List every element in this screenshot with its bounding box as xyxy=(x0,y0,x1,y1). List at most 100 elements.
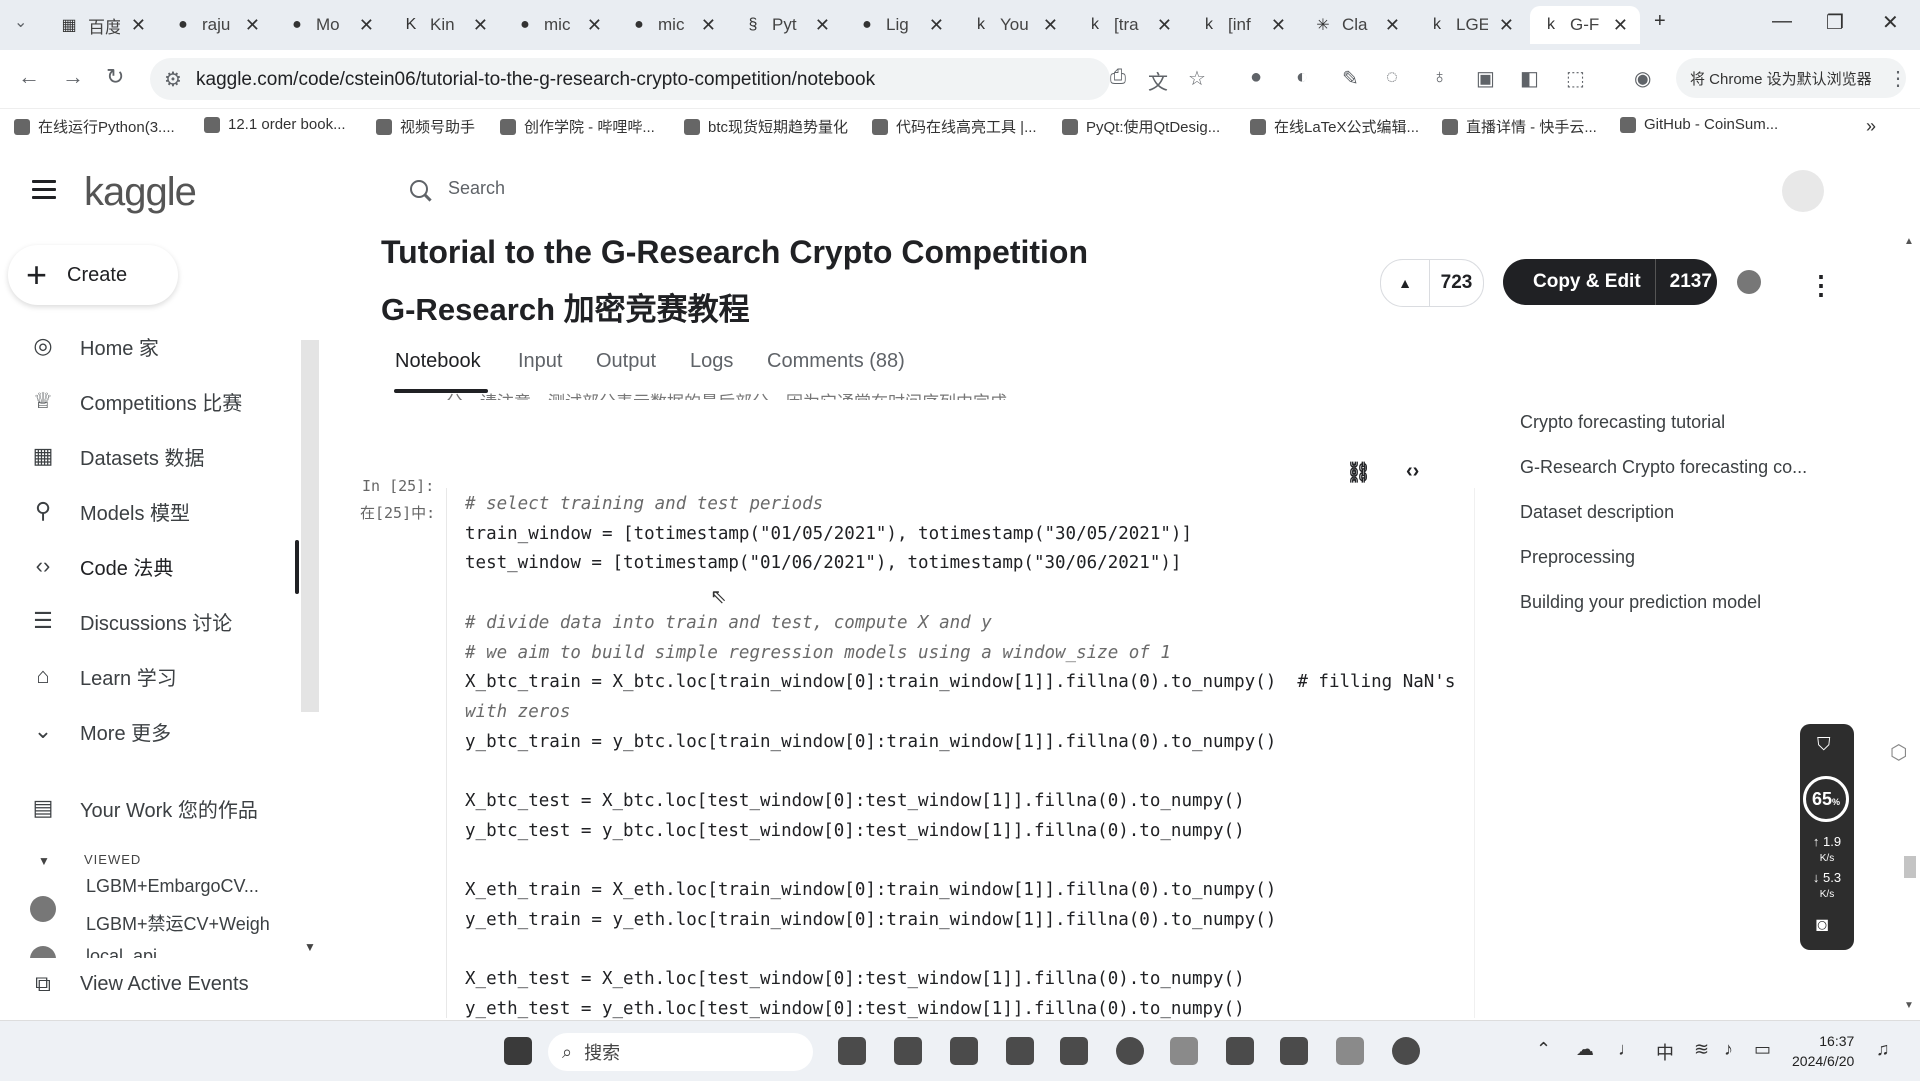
kaggle-logo[interactable]: kaggle xyxy=(84,170,197,215)
extension-icon[interactable]: ▣ xyxy=(1476,66,1495,91)
back-button[interactable]: ← xyxy=(18,64,40,90)
code-line[interactable]: X_eth_train = X_eth.loc[train_window[0]:… xyxy=(465,880,1276,900)
chat-extension-icon[interactable]: ◌ xyxy=(1386,66,1398,89)
close-tab-icon[interactable]: ✕ xyxy=(359,15,374,36)
sidebar-item-view-active-events[interactable]: ⧉ View Active Events xyxy=(30,964,248,1004)
close-window-button[interactable]: ✕ xyxy=(1882,10,1899,35)
toc-item[interactable]: Preprocessing xyxy=(1520,547,1635,568)
user-avatar[interactable] xyxy=(1782,170,1824,212)
reload-button[interactable]: ↻ xyxy=(106,64,124,90)
photos-icon[interactable] xyxy=(1006,1037,1034,1065)
bookmark-item[interactable]: 12.1 order book... xyxy=(204,116,346,133)
chrome-icon[interactable] xyxy=(1116,1037,1144,1065)
sidebar-item-your-work[interactable]: ▤ Your Work 您的作品 xyxy=(30,788,258,828)
close-tab-icon[interactable]: ✕ xyxy=(1385,15,1400,36)
maximize-button[interactable]: ❐ xyxy=(1826,10,1844,35)
collapse-caret-icon[interactable]: ▼ xyxy=(38,854,50,868)
pen-extension-icon[interactable]: ✎ xyxy=(1342,66,1359,91)
sidebar-item-discussions[interactable]: ☰ Discussions 讨论 xyxy=(30,601,232,641)
site-info-icon[interactable]: ⚙ xyxy=(164,67,182,92)
sidebar-item-models[interactable]: ⚲ Models 模型 xyxy=(30,491,190,531)
bookmark-item[interactable]: 在线运行Python(3.... xyxy=(14,116,175,137)
toc-item[interactable]: G-Research Crypto forecasting co... xyxy=(1520,457,1807,478)
tab-notebook[interactable]: Notebook xyxy=(395,350,481,373)
system-clock[interactable]: 16:37 2024/6/20 xyxy=(1792,1031,1854,1071)
bookmark-star-icon[interactable]: ☆ xyxy=(1188,66,1206,91)
code-line[interactable]: y_eth_test = y_eth.loc[test_window[0]:te… xyxy=(465,999,1245,1019)
minimize-button[interactable]: — xyxy=(1772,10,1792,33)
install-app-icon[interactable]: ⎙ xyxy=(1110,66,1126,89)
toc-item[interactable]: Dataset description xyxy=(1520,502,1674,523)
extension-icon[interactable]: ● xyxy=(1250,66,1262,89)
start-menu-icon[interactable] xyxy=(504,1037,532,1065)
browser-tab[interactable]: k [inf ✕ xyxy=(1188,6,1298,44)
link-icon[interactable]: ⛓ xyxy=(1346,460,1371,485)
camera-icon[interactable]: ◙ xyxy=(1816,914,1828,937)
code-line[interactable]: X_eth_test = X_eth.loc[test_window[0]:te… xyxy=(465,969,1245,989)
address-bar[interactable]: ⚙ kaggle.com/code/cstein06/tutorial-to-t… xyxy=(150,58,1110,100)
close-tab-icon[interactable]: ✕ xyxy=(473,15,488,36)
extension-icon[interactable]: ◧ xyxy=(1520,66,1539,91)
toc-item[interactable]: Crypto forecasting tutorial xyxy=(1520,412,1725,433)
tab-search-icon[interactable]: ⌄ xyxy=(14,12,27,32)
code-line[interactable]: y_btc_train = y_btc.loc[train_window[0]:… xyxy=(465,732,1276,752)
app-icon[interactable] xyxy=(1060,1037,1088,1065)
close-tab-icon[interactable]: ✕ xyxy=(245,15,260,36)
bookmark-item[interactable]: 创作学院 - 哔哩哔... xyxy=(500,116,655,137)
set-default-browser-button[interactable]: 将 Chrome 设为默认浏览器 xyxy=(1676,58,1906,98)
bookmark-item[interactable]: PyQt:使用QtDesig... xyxy=(1062,116,1220,137)
sidebar-item-datasets[interactable]: ▦ Datasets 数据 xyxy=(30,436,205,476)
scroll-up-arrow-icon[interactable]: ▲ xyxy=(1904,236,1914,247)
code-line[interactable]: train_window = [totimestamp("01/05/2021"… xyxy=(465,524,1192,544)
chrome-menu-icon[interactable]: ⋮ xyxy=(1888,66,1908,91)
browser-tab[interactable]: ● mic ✕ xyxy=(618,6,728,44)
browser-tab[interactable]: k You ✕ xyxy=(960,6,1070,44)
browser-tab[interactable]: K Kin ✕ xyxy=(390,6,500,44)
terminal-icon[interactable] xyxy=(1226,1037,1254,1065)
close-tab-icon[interactable]: ✕ xyxy=(815,15,830,36)
close-tab-icon[interactable]: ✕ xyxy=(1499,15,1514,36)
browser-tab[interactable]: ● mic ✕ xyxy=(504,6,614,44)
code-line[interactable]: test_window = [totimestamp("01/06/2021")… xyxy=(465,553,1181,573)
scrollbar-thumb[interactable] xyxy=(1904,856,1916,878)
code-line[interactable]: # we aim to build simple regression mode… xyxy=(465,643,1171,663)
page-scrollbar[interactable]: ▲ ▼ xyxy=(1902,236,1916,1016)
bookmark-item[interactable]: 视频号助手 xyxy=(376,116,475,137)
new-tab-button[interactable]: + xyxy=(1654,10,1666,33)
viewed-item[interactable]: LGBM+EmbargoCV... xyxy=(86,876,259,897)
code-line[interactable]: # divide data into train and test, compu… xyxy=(465,613,992,633)
puzzle-extensions-icon[interactable]: ⬚ xyxy=(1566,66,1585,91)
search-bar[interactable]: Search xyxy=(410,178,505,199)
browser-tab[interactable]: ▦ 百度 ✕ xyxy=(48,6,158,44)
ime-indicator[interactable]: 中 xyxy=(1656,1039,1674,1065)
more-options-icon[interactable]: ⋮ xyxy=(1808,270,1834,301)
battery-icon[interactable]: ▭ xyxy=(1754,1039,1771,1060)
profile-icon[interactable]: ◉ xyxy=(1634,66,1651,91)
close-tab-icon[interactable]: ✕ xyxy=(1043,15,1058,36)
app-icon[interactable] xyxy=(1392,1037,1420,1065)
bookmark-item[interactable]: 直播详情 - 快手云... xyxy=(1442,116,1597,137)
browser-tab[interactable]: k G-F ✕ xyxy=(1530,6,1640,44)
code-line[interactable]: y_eth_train = y_eth.loc[train_window[0]:… xyxy=(465,910,1276,930)
tab-logs[interactable]: Logs xyxy=(690,350,733,373)
extension-icon[interactable]: ♁ xyxy=(1432,66,1447,89)
browser-tab[interactable]: ● Mo ✕ xyxy=(276,6,386,44)
browser-tab[interactable]: k LGE ✕ xyxy=(1416,6,1526,44)
taskbar-search[interactable]: ⌕ 搜索 xyxy=(548,1033,813,1071)
edge-icon[interactable] xyxy=(894,1037,922,1065)
code-line[interactable]: y_btc_test = y_btc.loc[test_window[0]:te… xyxy=(465,821,1245,841)
close-tab-icon[interactable]: ✕ xyxy=(1613,15,1628,36)
browser-tab[interactable]: ● raju ✕ xyxy=(162,6,272,44)
close-tab-icon[interactable]: ✕ xyxy=(1157,15,1172,36)
close-tab-icon[interactable]: ✕ xyxy=(131,15,146,36)
code-line[interactable]: X_btc_train = X_btc.loc[train_window[0]:… xyxy=(465,672,1455,692)
bookmark-item[interactable]: 在线LaTeX公式编辑... xyxy=(1250,116,1419,137)
microphone-icon[interactable]: ♩ xyxy=(1618,1039,1636,1060)
translate-icon[interactable]: 文 xyxy=(1148,66,1168,95)
task-view-icon[interactable] xyxy=(838,1037,866,1065)
code-toggle-icon[interactable]: ‹› xyxy=(1406,460,1419,483)
sidebar-item-learn[interactable]: ⌂ Learn 学习 xyxy=(30,656,176,696)
more-bookmarks-icon[interactable]: » xyxy=(1866,116,1876,137)
tab-comments[interactable]: Comments (88) xyxy=(767,350,905,373)
create-button[interactable]: + Create xyxy=(8,245,178,305)
